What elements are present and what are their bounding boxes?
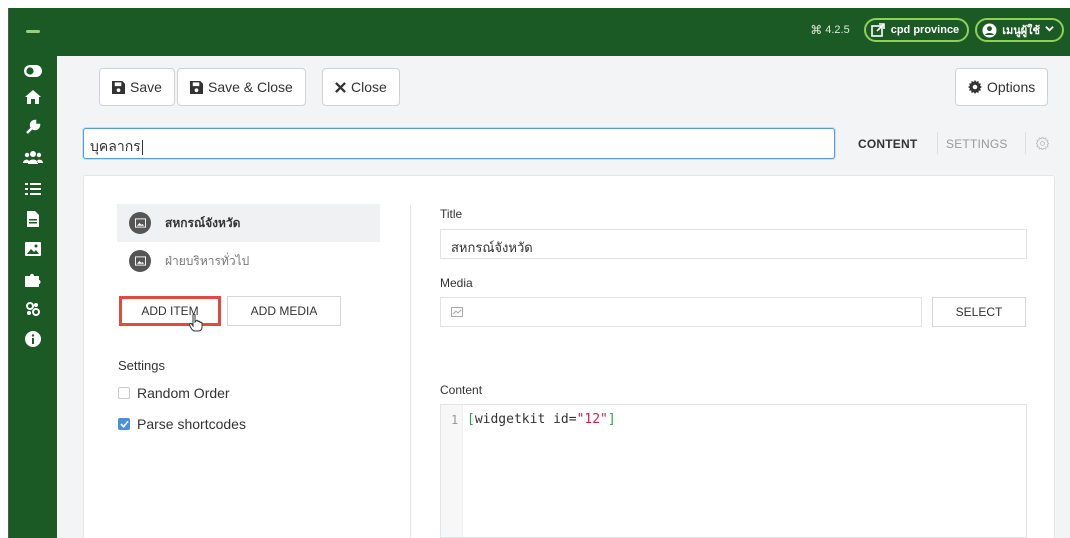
options-button[interactable]: Options [955, 68, 1049, 106]
image-icon [129, 212, 151, 234]
list-item-label: สหกรณ์จังหวัด [165, 215, 241, 230]
code-bracket-close: ] [607, 412, 616, 427]
toggle-icon[interactable] [22, 60, 44, 82]
settings-gear-icon[interactable] [1035, 136, 1050, 155]
site-link-label: cpd province [890, 24, 960, 36]
home-icon[interactable] [22, 86, 44, 108]
list-item[interactable]: สหกรณ์จังหวัด [117, 204, 380, 242]
line-number: 1 [451, 413, 459, 427]
gear-icon [968, 80, 982, 94]
save-close-label: Save & Close [208, 79, 293, 95]
info-icon[interactable] [22, 328, 44, 350]
list-icon[interactable] [22, 178, 44, 200]
image-placeholder-icon [451, 307, 463, 317]
hand-cursor-icon [188, 313, 203, 337]
code-line: [widgetkit id="12"] [467, 412, 616, 427]
top-bar-right: ⌘ 4.2.5 cpd province เมนูผู้ใช้ [810, 18, 1064, 42]
code-editor[interactable]: 1 [widgetkit id="12"] [440, 404, 1027, 538]
joomla-icon: ⌘ [810, 23, 823, 37]
sidebar [9, 56, 57, 538]
media-input[interactable] [440, 297, 922, 327]
title-input[interactable]: บุคลากร [83, 128, 835, 159]
add-media-button[interactable]: ADD MEDIA [227, 296, 341, 326]
save-label: Save [130, 79, 162, 95]
user-menu-label: เมนูผู้ใช้ [1002, 25, 1040, 37]
site-link-button[interactable]: cpd province [863, 18, 970, 42]
tab-divider [937, 132, 938, 154]
version-indicator: ⌘ 4.2.5 [810, 23, 849, 37]
app-window: ⌘ 4.2.5 cpd province เมนูผู้ใช้ Save Sav… [8, 8, 1070, 538]
media-label: Media [440, 276, 473, 290]
select-media-button[interactable]: SELECT [932, 297, 1026, 327]
column-divider [410, 205, 411, 538]
wrench-icon[interactable] [22, 116, 44, 138]
parse-shortcodes-label: Parse shortcodes [137, 416, 246, 432]
save-icon [112, 80, 125, 94]
code-bracket-open: [ [467, 412, 475, 427]
users-icon[interactable] [22, 146, 44, 168]
external-link-icon [870, 22, 886, 38]
title-label: Title [440, 207, 463, 221]
tab-content[interactable]: CONTENT [858, 137, 917, 151]
user-menu-button[interactable]: เมนูผู้ใช้ [975, 18, 1064, 42]
check-icon [118, 418, 130, 430]
image-icon [129, 250, 151, 272]
top-bar: ⌘ 4.2.5 cpd province เมนูผู้ใช้ [9, 8, 1070, 56]
close-label: Close [351, 79, 387, 95]
users-group-icon[interactable] [22, 298, 44, 320]
file-icon[interactable] [22, 208, 44, 230]
title-input-value: บุคลากร [90, 138, 141, 154]
tab-settings[interactable]: SETTINGS [946, 137, 1008, 151]
close-button[interactable]: Close [322, 68, 400, 106]
tab-divider [1025, 132, 1026, 154]
chevron-down-icon [1045, 24, 1054, 36]
add-item-button[interactable]: ADD ITEM [119, 296, 221, 326]
settings-heading: Settings [118, 358, 165, 373]
puzzle-icon[interactable] [22, 268, 44, 290]
code-string: "12" [576, 412, 608, 427]
random-order-label: Random Order [137, 385, 230, 401]
parse-shortcodes-checkbox[interactable]: Parse shortcodes [118, 416, 246, 432]
content-label: Content [440, 383, 483, 397]
options-label: Options [987, 79, 1036, 95]
save-button[interactable]: Save [99, 68, 175, 106]
version-text: 4.2.5 [825, 24, 850, 36]
item-title-input[interactable]: สหกรณ์จังหวัด [440, 229, 1027, 259]
toolbar: Save Save & Close Close Options [57, 56, 1070, 120]
user-circle-icon [981, 22, 997, 38]
checkbox-box [118, 387, 130, 399]
list-item[interactable]: ฝ่ายบริหารทั่วไป [117, 242, 380, 280]
close-icon [335, 81, 346, 93]
image-icon[interactable] [22, 238, 44, 260]
save-icon [190, 80, 203, 94]
logo[interactable] [23, 24, 43, 38]
list-item-label: ฝ่ายบริหารทั่วไป [165, 253, 250, 268]
random-order-checkbox[interactable]: Random Order [118, 385, 230, 401]
code-body: widgetkit id= [474, 412, 577, 427]
save-close-button[interactable]: Save & Close [177, 68, 306, 106]
